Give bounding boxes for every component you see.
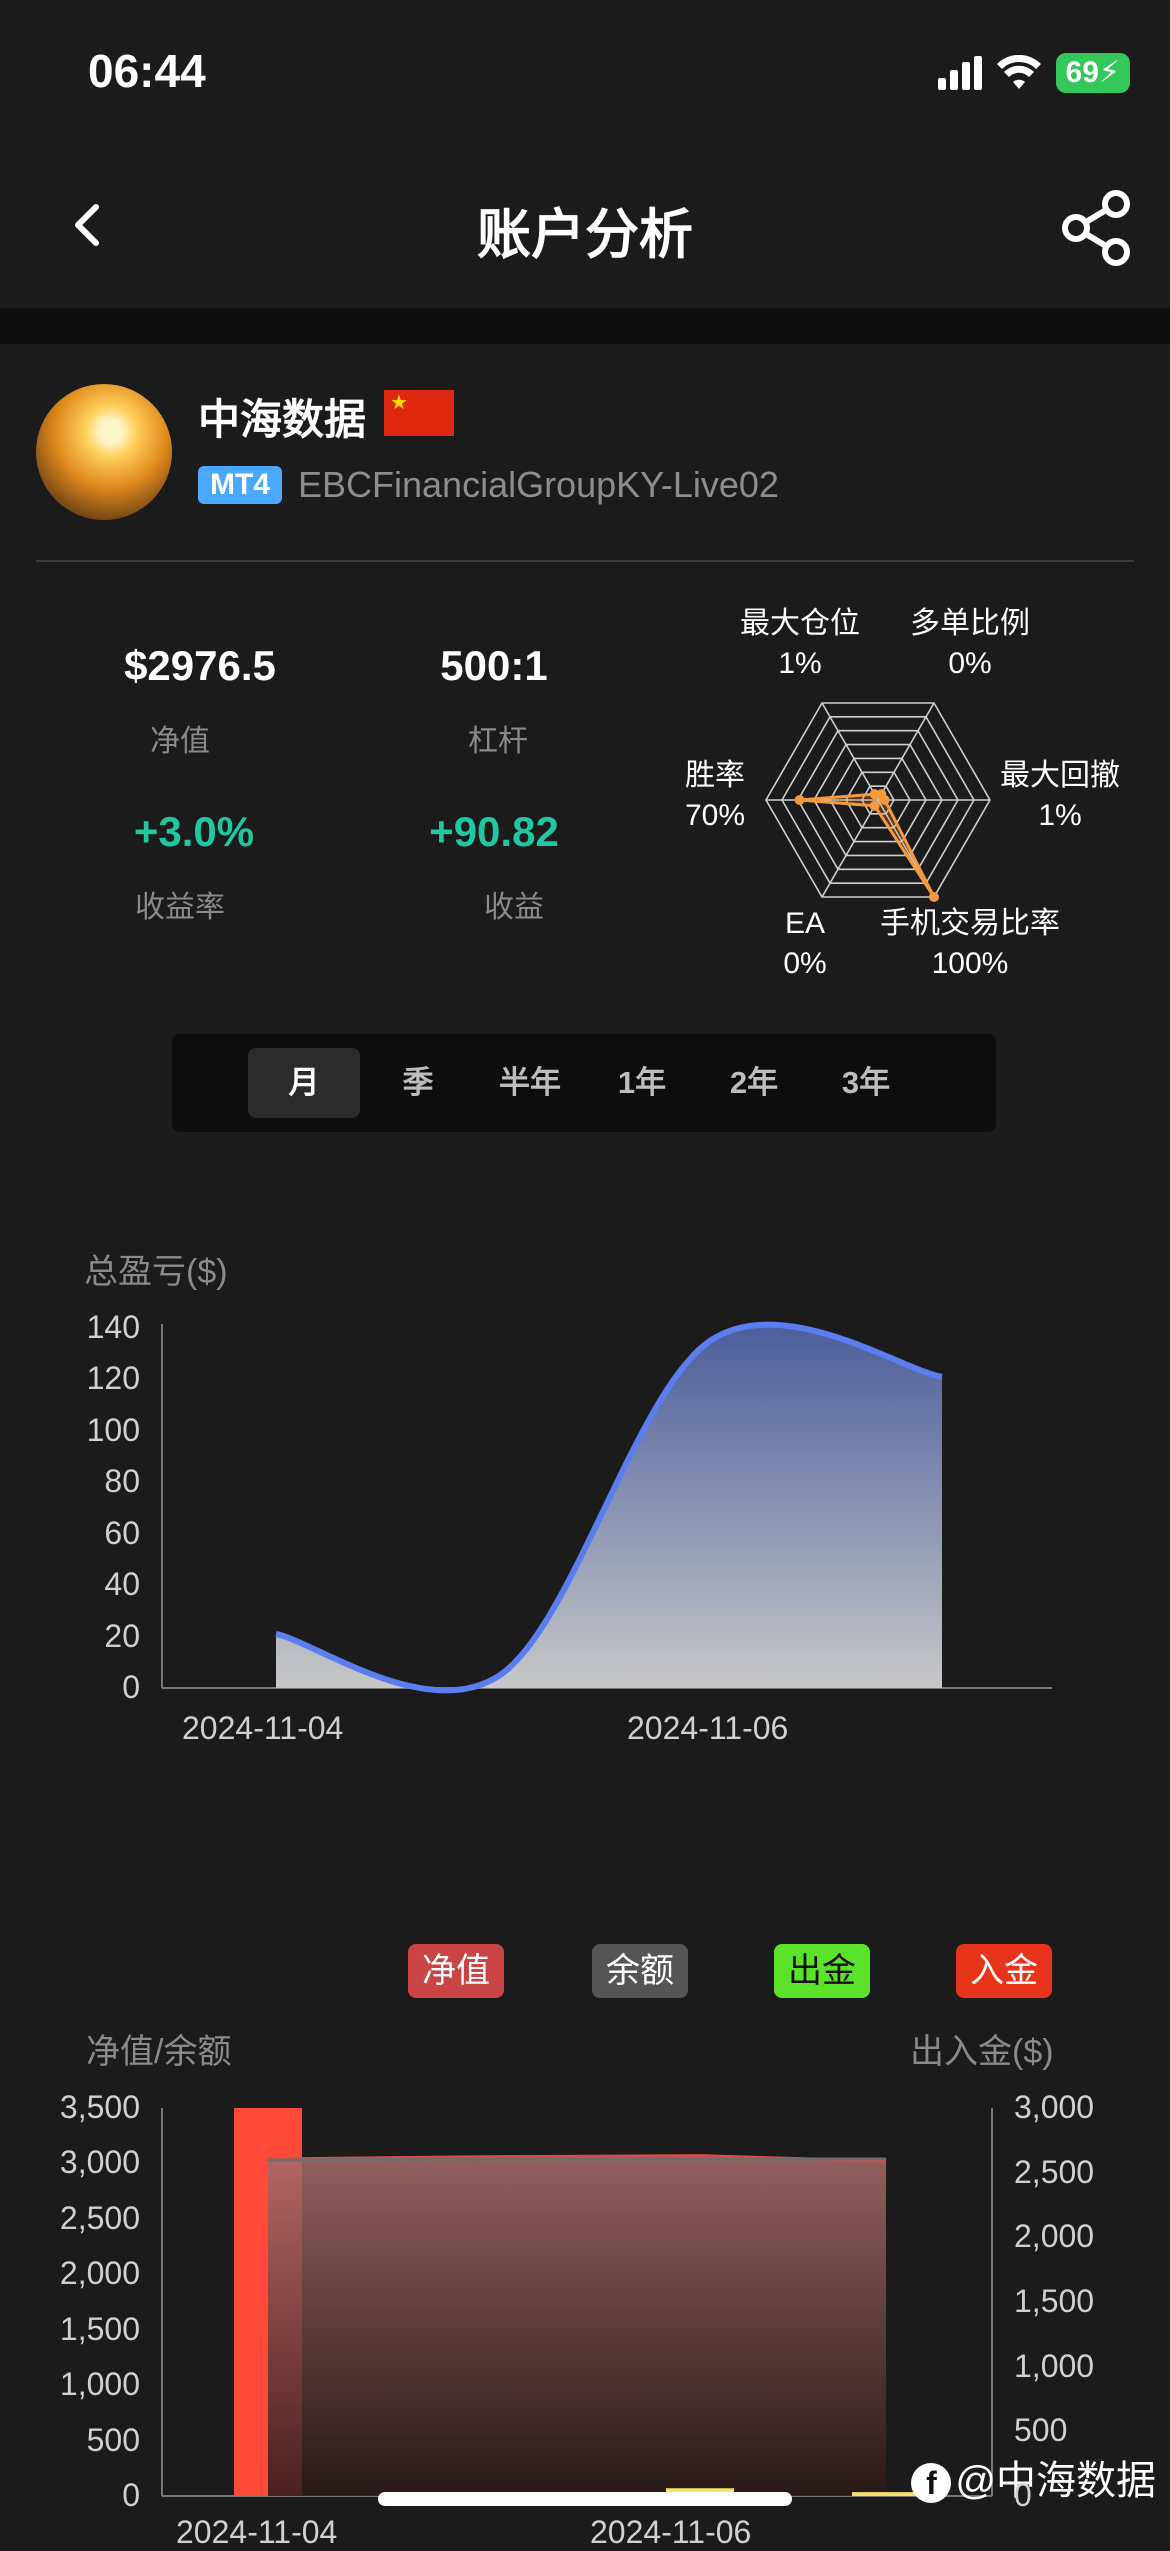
- funds-left-tick: 3,000: [59, 2144, 140, 2181]
- profile-divider: [36, 560, 1134, 562]
- balance-line: [267, 2157, 886, 2162]
- funds-right-axis-title: 出入金($): [910, 2033, 1054, 2071]
- funds-right-tick: 2,500: [1014, 2153, 1095, 2190]
- leverage-value: 500:1: [440, 642, 548, 689]
- radar-label-name: 最大回撤: [1000, 759, 1120, 792]
- radar-label-value: 70%: [684, 799, 746, 832]
- radar-label-value: 100%: [931, 947, 1009, 980]
- legend-balance[interactable]: 余额: [592, 1944, 688, 1998]
- funds-x-tick: 2024-11-04: [176, 2514, 338, 2550]
- return-rate-label: 收益率: [135, 891, 225, 924]
- china-flag-icon: ★: [384, 390, 454, 436]
- pnl-y-tick: 80: [104, 1463, 140, 1500]
- funds-left-tick: 2,500: [59, 2199, 140, 2236]
- radar-label-mobile-ratio: 手机交易比率 100%: [870, 904, 1070, 984]
- profit-value: +90.82: [429, 808, 559, 855]
- tab-month[interactable]: 月: [248, 1048, 360, 1118]
- radar-label-long-ratio: 多单比例 0%: [900, 604, 1040, 684]
- tab-quarter[interactable]: 季: [362, 1048, 474, 1118]
- tab-2-year[interactable]: 2年: [698, 1048, 810, 1118]
- pnl-y-tick: 60: [104, 1514, 140, 1551]
- leverage-label: 杠杆: [468, 725, 528, 758]
- radar-label-win-rate: 胜率 70%: [670, 756, 760, 836]
- radar-label-name: 多单比例: [910, 607, 1030, 640]
- funds-x-tick: 2024-11-06: [590, 2514, 752, 2550]
- funds-right-tick: 1,500: [1014, 2283, 1095, 2319]
- funds-right-tick: 0: [1014, 2477, 1032, 2513]
- funds-right-tick: 1,000: [1014, 2347, 1095, 2384]
- radar-label-value: 1%: [778, 647, 822, 680]
- funds-left-tick: 500: [86, 2421, 140, 2458]
- return-rate-value: +3.0%: [133, 808, 255, 855]
- radar-data-point: [869, 800, 880, 811]
- funds-right-tick: 500: [1014, 2412, 1068, 2449]
- radar-data-point: [879, 795, 890, 805]
- legend-withdrawal[interactable]: 出金: [774, 1944, 870, 1998]
- tab-1-year[interactable]: 1年: [586, 1048, 698, 1118]
- radar-label-name: EA: [784, 907, 826, 940]
- pnl-y-tick: 0: [122, 1669, 140, 1705]
- radar-label-value: 0%: [783, 947, 827, 980]
- pnl-axis-title: 总盈亏($): [84, 1253, 228, 1291]
- battery-indicator: 69⚡: [1055, 53, 1130, 93]
- radar-label-name: 胜率: [685, 759, 745, 792]
- pnl-y-tick: 20: [104, 1617, 140, 1654]
- funds-right-tick: 2,000: [1014, 2218, 1095, 2255]
- radar-chart: [765, 702, 991, 902]
- status-icons: 69⚡: [937, 50, 1130, 96]
- tab-3-year[interactable]: 3年: [810, 1048, 922, 1118]
- equity-label: 净值: [150, 725, 210, 758]
- profit-label: 收益: [484, 891, 544, 924]
- radar-label-ea: EA 0%: [760, 904, 850, 984]
- wifi-icon: [996, 55, 1041, 89]
- legend-equity[interactable]: 净值: [408, 1944, 504, 1998]
- home-indicator[interactable]: [378, 2492, 792, 2506]
- funds-left-tick: 3,500: [59, 2089, 140, 2125]
- pnl-area-fill: [276, 1324, 942, 1691]
- radar-label-value: 0%: [948, 647, 992, 680]
- radar-label-value: 1%: [1038, 799, 1082, 832]
- tab-half-year[interactable]: 半年: [474, 1048, 586, 1118]
- pnl-y-tick: 40: [104, 1566, 140, 1603]
- withdrawal-bar: [852, 2492, 920, 2496]
- radar-data-point: [794, 795, 805, 805]
- funds-right-tick: 3,000: [1014, 2089, 1095, 2125]
- signal-icon: [937, 56, 982, 90]
- funds-left-axis-title: 净值/余额: [86, 2033, 232, 2071]
- pnl-y-tick: 120: [86, 1360, 140, 1397]
- platform-badge: MT4: [198, 466, 282, 504]
- radar-label-name: 手机交易比率: [880, 907, 1060, 940]
- watermark-brand-icon: f: [911, 2463, 952, 2503]
- avatar[interactable]: [36, 384, 172, 520]
- funds-left-tick: 1,000: [59, 2366, 140, 2403]
- radar-data-point: [929, 891, 939, 902]
- profile-name: 中海数据: [198, 396, 367, 443]
- equity-area: [268, 2155, 886, 2496]
- equity-value: $2976.5: [124, 642, 276, 689]
- legend-deposit[interactable]: 入金: [956, 1944, 1052, 1998]
- funds-left-tick: 2,000: [59, 2255, 140, 2292]
- radar-label-max-position: 最大仓位 1%: [730, 604, 870, 684]
- pnl-y-tick: 140: [86, 1309, 140, 1345]
- pnl-area-chart: [161, 1321, 1052, 1694]
- account-server: EBCFinancialGroupKY-Live02: [298, 464, 779, 505]
- pnl-y-tick: 100: [86, 1411, 140, 1448]
- section-divider: [0, 308, 1170, 344]
- status-time: 06:44: [88, 45, 206, 97]
- radar-label-max-drawdown: 最大回撤 1%: [990, 756, 1130, 836]
- funds-left-tick: 1,500: [59, 2310, 140, 2347]
- radar-label-name: 最大仓位: [740, 607, 860, 640]
- page-title: 账户分析: [477, 205, 693, 265]
- battery-level: 69: [1065, 56, 1099, 89]
- funds-left-tick: 0: [122, 2477, 140, 2513]
- share-icon[interactable]: [1058, 188, 1138, 268]
